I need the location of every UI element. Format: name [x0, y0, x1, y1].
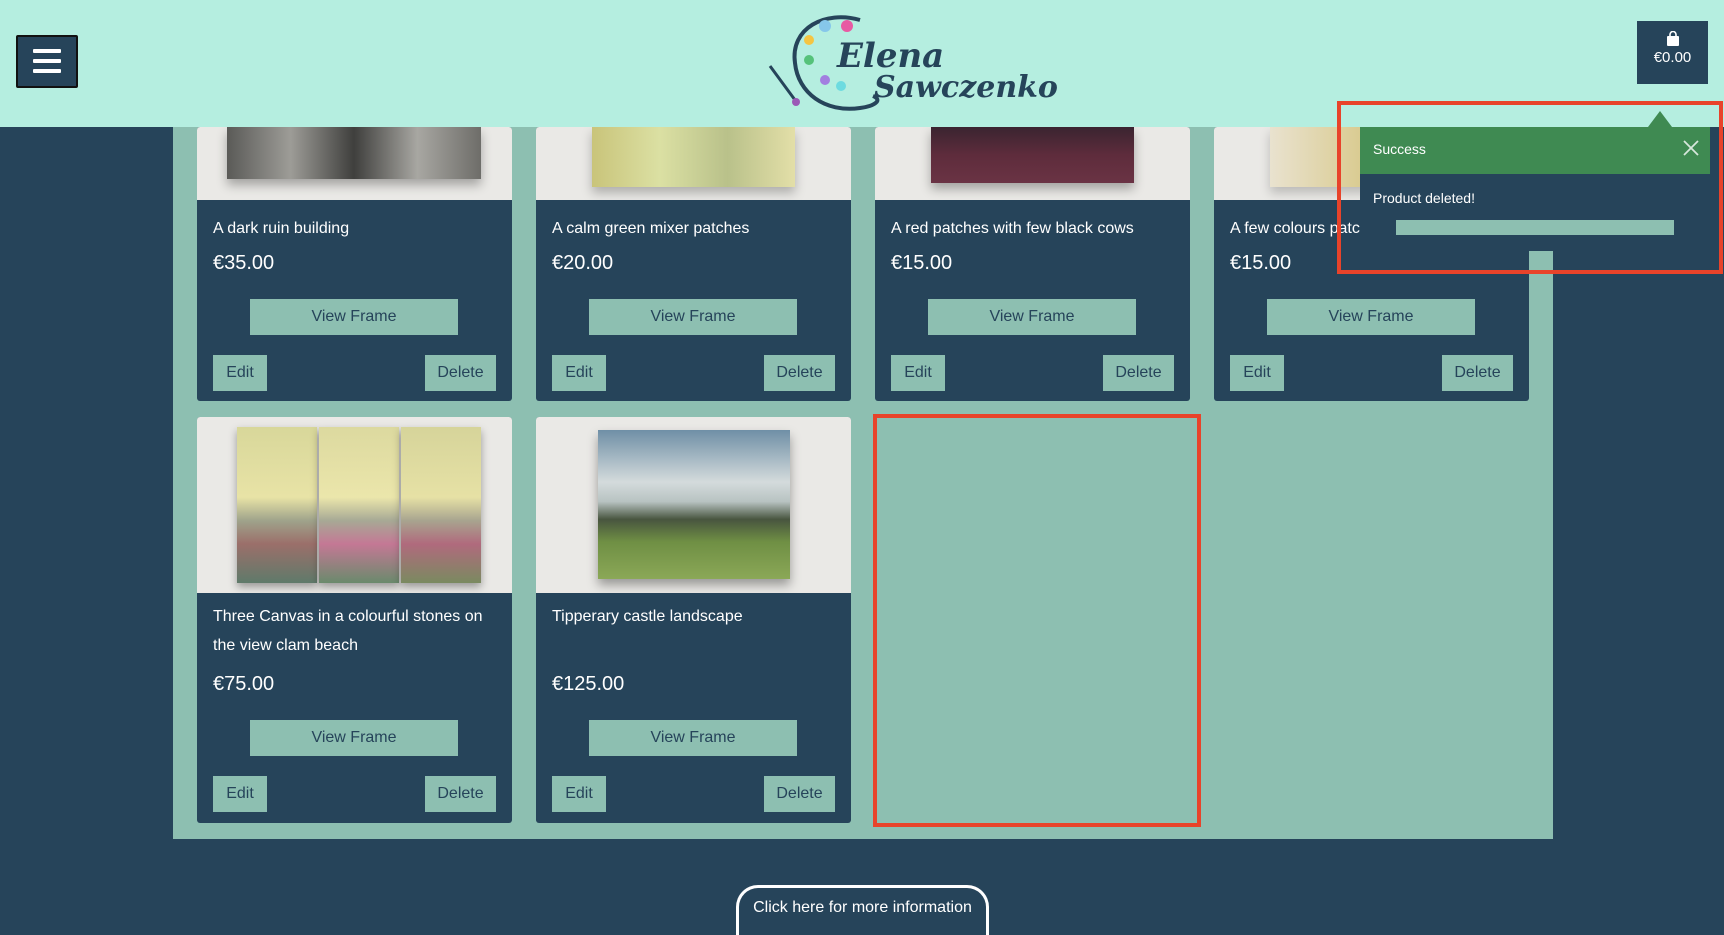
toast-message: Product deleted! — [1373, 190, 1475, 206]
product-title[interactable]: A red patches with few black cows — [891, 214, 1181, 243]
delete-button[interactable]: Delete — [1103, 355, 1174, 391]
product-image[interactable] — [536, 127, 851, 200]
product-price: €20.00 — [552, 252, 614, 274]
cart-total: €0.00 — [1653, 49, 1692, 66]
product-image[interactable] — [875, 127, 1190, 200]
view-frame-button[interactable]: View Frame — [928, 299, 1136, 335]
edit-button[interactable]: Edit — [213, 776, 267, 812]
product-card: A dark ruin building €35.00 View Frame E… — [197, 127, 512, 401]
product-title[interactable]: A calm green mixer patches — [552, 214, 842, 243]
delete-button[interactable]: Delete — [1442, 355, 1513, 391]
toast-title: Success — [1373, 141, 1426, 157]
product-title[interactable]: A dark ruin building — [213, 214, 503, 243]
view-frame-button[interactable]: View Frame — [589, 720, 797, 756]
edit-button[interactable]: Edit — [213, 355, 267, 391]
empty-slot-highlight — [873, 414, 1201, 827]
product-image[interactable] — [197, 417, 512, 593]
delete-button[interactable]: Delete — [425, 776, 496, 812]
toast-pointer — [1648, 111, 1672, 127]
toast-progress-bar — [1396, 220, 1674, 235]
delete-button[interactable]: Delete — [764, 776, 835, 812]
menu-button[interactable] — [16, 35, 78, 88]
product-card: Three Canvas in a colourful stones on th… — [197, 417, 512, 823]
cart-button[interactable]: €0.00 — [1637, 21, 1708, 84]
success-toast: Success Product deleted! — [1360, 127, 1710, 251]
shopping-bag-icon — [1666, 31, 1679, 46]
view-frame-button[interactable]: View Frame — [250, 299, 458, 335]
delete-button[interactable]: Delete — [764, 355, 835, 391]
more-info-button[interactable]: Click here for more information — [736, 885, 989, 935]
close-icon[interactable] — [1680, 137, 1702, 159]
product-price: €35.00 — [213, 252, 275, 274]
menu-icon — [33, 49, 61, 53]
product-price: €125.00 — [552, 673, 625, 695]
edit-button[interactable]: Edit — [552, 355, 606, 391]
product-image[interactable] — [197, 127, 512, 200]
logo-text-last: Sawczenko — [874, 70, 1058, 105]
product-card: A red patches with few black cows €15.00… — [875, 127, 1190, 401]
delete-button[interactable]: Delete — [425, 355, 496, 391]
view-frame-button[interactable]: View Frame — [1267, 299, 1475, 335]
product-card: Tipperary castle landscape €125.00 View … — [536, 417, 851, 823]
view-frame-button[interactable]: View Frame — [589, 299, 797, 335]
product-price: €15.00 — [1230, 252, 1292, 274]
edit-button[interactable]: Edit — [552, 776, 606, 812]
product-title[interactable]: Three Canvas in a colourful stones on th… — [213, 602, 503, 660]
product-card: A calm green mixer patches €20.00 View F… — [536, 127, 851, 401]
edit-button[interactable]: Edit — [1230, 355, 1284, 391]
product-price: €75.00 — [213, 673, 275, 695]
edit-button[interactable]: Edit — [891, 355, 945, 391]
product-price: €15.00 — [891, 252, 953, 274]
product-image[interactable] — [536, 417, 851, 593]
product-title[interactable]: Tipperary castle landscape — [552, 602, 842, 631]
toast-header: Success — [1360, 127, 1710, 174]
view-frame-button[interactable]: View Frame — [250, 720, 458, 756]
